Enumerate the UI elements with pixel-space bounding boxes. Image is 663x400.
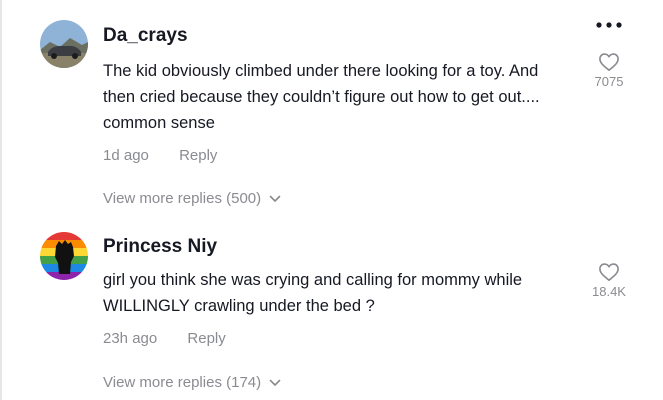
heart-outline-icon (599, 263, 619, 281)
comment-username[interactable]: Da_crays (103, 25, 188, 47)
reply-button[interactable]: Reply (179, 147, 217, 164)
comment-meta: 23h ago Reply (103, 330, 226, 347)
comment-text: girl you think she was crying and callin… (103, 271, 523, 315)
view-more-replies-label: View more replies (174) (103, 374, 262, 391)
chevron-down-icon (269, 195, 281, 202)
more-options-icon[interactable] (596, 22, 622, 28)
like-button[interactable]: 18.4K (583, 262, 635, 299)
reply-button[interactable]: Reply (187, 330, 225, 347)
like-button[interactable]: 7075 (583, 52, 635, 89)
view-more-replies-label: View more replies (500) (103, 190, 262, 207)
heart-outline-icon (599, 53, 619, 71)
comment-timestamp: 23h ago (103, 330, 158, 347)
like-count: 7075 (594, 74, 624, 89)
comment-text: The kid obviously climbed under there lo… (103, 62, 540, 132)
left-border (0, 0, 2, 400)
comment-timestamp: 1d ago (103, 147, 149, 164)
chevron-down-icon (269, 379, 281, 386)
avatar[interactable] (40, 232, 88, 280)
comment-username[interactable]: Princess Niy (103, 236, 217, 258)
like-count: 18.4K (592, 284, 626, 299)
avatar[interactable] (40, 20, 88, 68)
comment-meta: 1d ago Reply (103, 147, 217, 164)
view-more-replies-button[interactable]: View more replies (174) (103, 374, 281, 391)
view-more-replies-button[interactable]: View more replies (500) (103, 190, 281, 207)
